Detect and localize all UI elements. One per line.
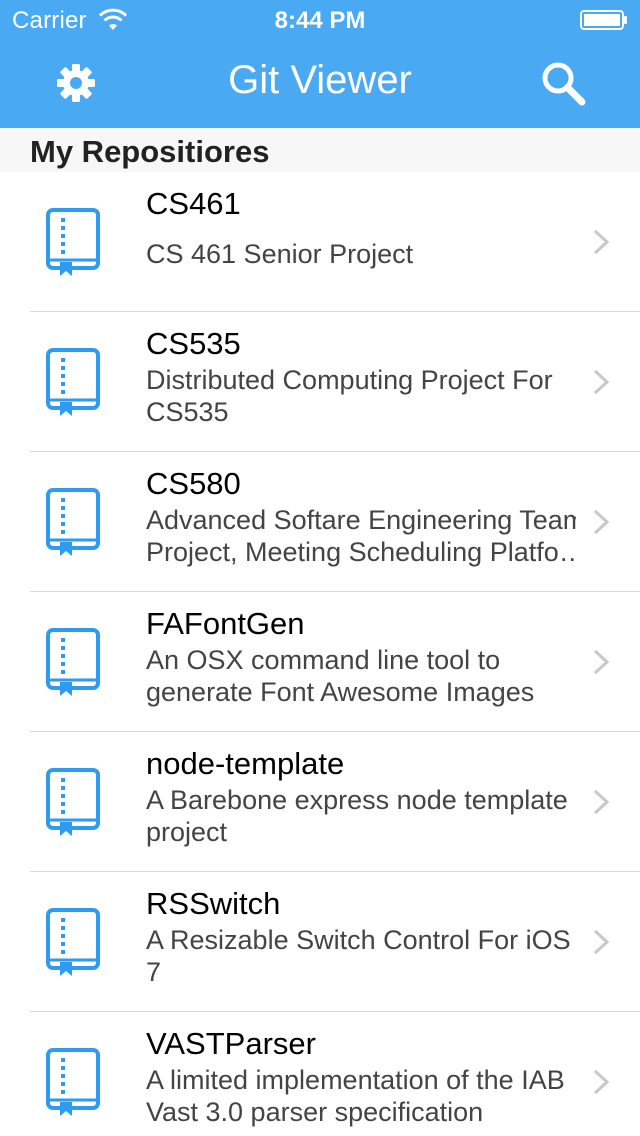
repo-row-fafontgen[interactable]: FAFontGen An OSX command line tool to ge… <box>0 592 640 732</box>
repo-description: A Resizable Switch Control For iOS 7 <box>146 924 576 988</box>
repo-name: FAFontGen <box>146 606 305 641</box>
repo-row-cs580[interactable]: CS580 Advanced Softare Engineering Team … <box>0 452 640 592</box>
chevron-right-icon <box>593 1069 610 1095</box>
book-icon <box>46 488 100 556</box>
repo-row-node-template[interactable]: node-template A Barebone express node te… <box>0 732 640 872</box>
search-icon[interactable] <box>540 60 586 106</box>
repo-description-line: A Resizable Switch Control For iOS <box>146 925 571 955</box>
repo-description: A limited implementation of the IAB Vast… <box>146 1064 576 1128</box>
repo-description: CS 461 Senior Project <box>146 238 576 270</box>
repo-name: CS535 <box>146 326 241 361</box>
repo-description-line: Project, Meeting Scheduling Platfo… <box>146 537 576 567</box>
repo-name: VASTParser <box>146 1026 316 1061</box>
book-icon <box>46 908 100 976</box>
navigation-bar: Carrier 8:44 PM Git Viewer <box>0 0 640 128</box>
repo-description-line: 7 <box>146 957 162 987</box>
repo-description: A Barebone express node template project <box>146 784 576 848</box>
book-icon <box>46 1048 100 1116</box>
repo-description-line: project <box>146 817 228 847</box>
repo-description-line: CS535 <box>146 397 229 427</box>
repo-row-rsswitch[interactable]: RSSwitch A Resizable Switch Control For … <box>0 872 640 1012</box>
chevron-right-icon <box>593 929 610 955</box>
battery-icon <box>580 10 627 30</box>
repo-description-line: Distributed Computing Project For <box>146 365 553 395</box>
book-icon <box>46 768 100 836</box>
chevron-right-icon <box>593 649 610 675</box>
repo-description-line: Vast 3.0 parser specification <box>146 1097 484 1127</box>
repo-name: CS580 <box>146 466 241 501</box>
repo-description: Advanced Softare Engineering Team Projec… <box>146 504 576 568</box>
status-bar: Carrier 8:44 PM <box>0 0 640 40</box>
chevron-right-icon <box>593 789 610 815</box>
repo-row-vastparser[interactable]: VASTParser A limited implementation of t… <box>0 1012 640 1136</box>
repo-description-line: CS 461 Senior Project <box>146 239 414 269</box>
repo-description: Distributed Computing Project For CS535 <box>146 364 576 428</box>
repo-description-line: An OSX command line tool to <box>146 645 501 675</box>
chevron-right-icon <box>593 229 610 255</box>
repo-description: An OSX command line tool to generate Fon… <box>146 644 576 708</box>
section-title: My Repositiores <box>30 134 270 169</box>
repo-name: RSSwitch <box>146 886 281 921</box>
repo-description-line: A Barebone express node template <box>146 785 568 815</box>
screen: Carrier 8:44 PM Git Viewer My Repositior… <box>0 0 640 1136</box>
section-header: My Repositiores <box>0 128 640 172</box>
repo-name: node-template <box>146 746 345 781</box>
repo-name: CS461 <box>146 186 241 221</box>
repo-description-line: generate Font Awesome Images <box>146 677 535 707</box>
repo-row-cs535[interactable]: CS535 Distributed Computing Project For … <box>0 312 640 452</box>
chevron-right-icon <box>593 369 610 395</box>
repo-description-line: A limited implementation of the IAB <box>146 1065 565 1095</box>
repo-row-cs461[interactable]: CS461 CS 461 Senior Project <box>0 172 640 312</box>
book-icon <box>46 208 100 276</box>
status-time: 8:44 PM <box>274 7 366 34</box>
repo-description-line: Advanced Softare Engineering Team <box>146 505 576 535</box>
book-icon <box>46 628 100 696</box>
repository-list: CS461 CS 461 Senior Project CS535 Distri… <box>0 172 640 1136</box>
book-icon <box>46 348 100 416</box>
chevron-right-icon <box>593 509 610 535</box>
